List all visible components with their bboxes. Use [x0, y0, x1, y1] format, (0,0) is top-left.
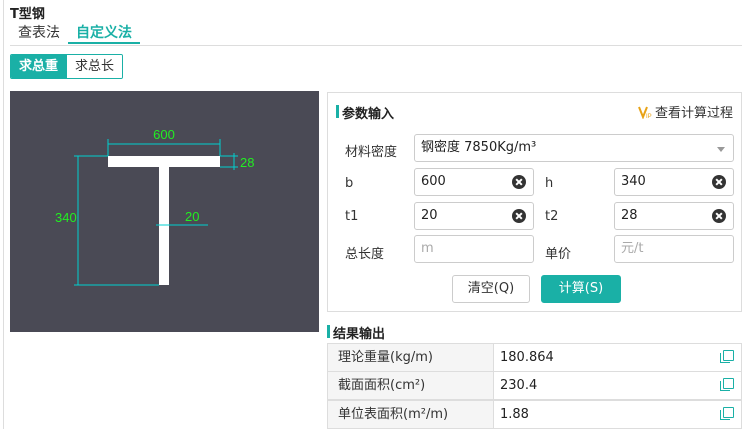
- copy-icon[interactable]: [720, 350, 734, 363]
- copy-icon[interactable]: [720, 407, 734, 420]
- result-heading: 结果输出: [327, 323, 385, 342]
- tabs-divider: [10, 45, 742, 46]
- density-value: 钢密度 7850Kg/m³: [421, 140, 537, 155]
- view-process-link[interactable]: IP 查看计算过程: [638, 102, 733, 121]
- height-dim-label: 340: [55, 210, 77, 225]
- width-dim-label: 600: [153, 127, 175, 142]
- result-value: 1.88: [500, 407, 529, 422]
- density-select[interactable]: 钢密度 7850Kg/m³: [414, 134, 734, 162]
- t2-dim-label: 28: [240, 155, 254, 170]
- clear-button[interactable]: 清空(Q): [452, 275, 530, 303]
- t1-label: t1: [345, 209, 359, 224]
- clear-icon[interactable]: [712, 175, 726, 189]
- t2-input[interactable]: 28: [614, 202, 734, 230]
- t2-label: t2: [545, 209, 559, 224]
- tab-table-lookup[interactable]: 查表法: [10, 22, 68, 44]
- result-value: 230.4: [500, 378, 538, 393]
- vip-icon: IP: [638, 105, 652, 120]
- svg-text:IP: IP: [646, 114, 652, 119]
- table-row: 截面面积(cm²) 230.4: [327, 371, 742, 400]
- b-label: b: [345, 176, 354, 191]
- length-label: 总长度: [345, 247, 385, 262]
- result-value: 180.864: [500, 350, 554, 365]
- param-panel: 参数输入 IP 查看计算过程 材料密度 钢密度 7850Kg/m³ b 600 …: [327, 92, 742, 312]
- result-name: 单位表面积(m²/m): [328, 401, 494, 428]
- b-value: 600: [421, 174, 446, 189]
- b-input[interactable]: 600: [414, 168, 534, 196]
- result-name: 截面面积(cm²): [328, 372, 494, 399]
- flange-shape: [108, 156, 220, 167]
- h-value: 340: [621, 174, 646, 189]
- result-name: 理论重量(kg/m): [328, 344, 494, 371]
- t1-input[interactable]: 20: [414, 202, 534, 230]
- web-shape: [159, 167, 169, 285]
- page-title: T型钢: [10, 7, 45, 22]
- density-label: 材料密度: [345, 145, 398, 160]
- t-section-drawing: 600 340 20 28: [55, 127, 254, 286]
- method-tabs: 查表法 自定义法: [10, 22, 140, 44]
- copy-icon[interactable]: [720, 378, 734, 391]
- t1-value: 20: [421, 208, 438, 223]
- table-row: 单位表面积(m²/m) 1.88: [327, 400, 742, 429]
- tab-custom[interactable]: 自定义法: [68, 22, 140, 44]
- total-weight-button[interactable]: 求总重: [11, 55, 67, 78]
- clear-icon[interactable]: [712, 209, 726, 223]
- section-diagram: 600 340 20 28: [10, 91, 319, 332]
- total-length-button[interactable]: 求总长: [66, 55, 123, 78]
- calculate-button[interactable]: 计算(S): [541, 275, 621, 303]
- chevron-down-icon: [717, 147, 725, 152]
- clear-icon[interactable]: [512, 175, 526, 189]
- mode-switch: 求总重 求总长: [10, 54, 124, 79]
- left-border: [3, 0, 4, 429]
- view-process-label: 查看计算过程: [654, 106, 733, 121]
- h-label: h: [545, 176, 554, 191]
- price-label: 单价: [545, 247, 572, 262]
- t2-value: 28: [621, 208, 638, 223]
- clear-icon[interactable]: [512, 209, 526, 223]
- length-input[interactable]: m: [414, 235, 534, 263]
- h-input[interactable]: 340: [614, 168, 734, 196]
- param-heading: 参数输入: [336, 103, 394, 122]
- t1-dim-label: 20: [185, 209, 199, 224]
- price-input[interactable]: 元/t: [614, 235, 734, 263]
- table-row: 理论重量(kg/m) 180.864: [327, 343, 742, 372]
